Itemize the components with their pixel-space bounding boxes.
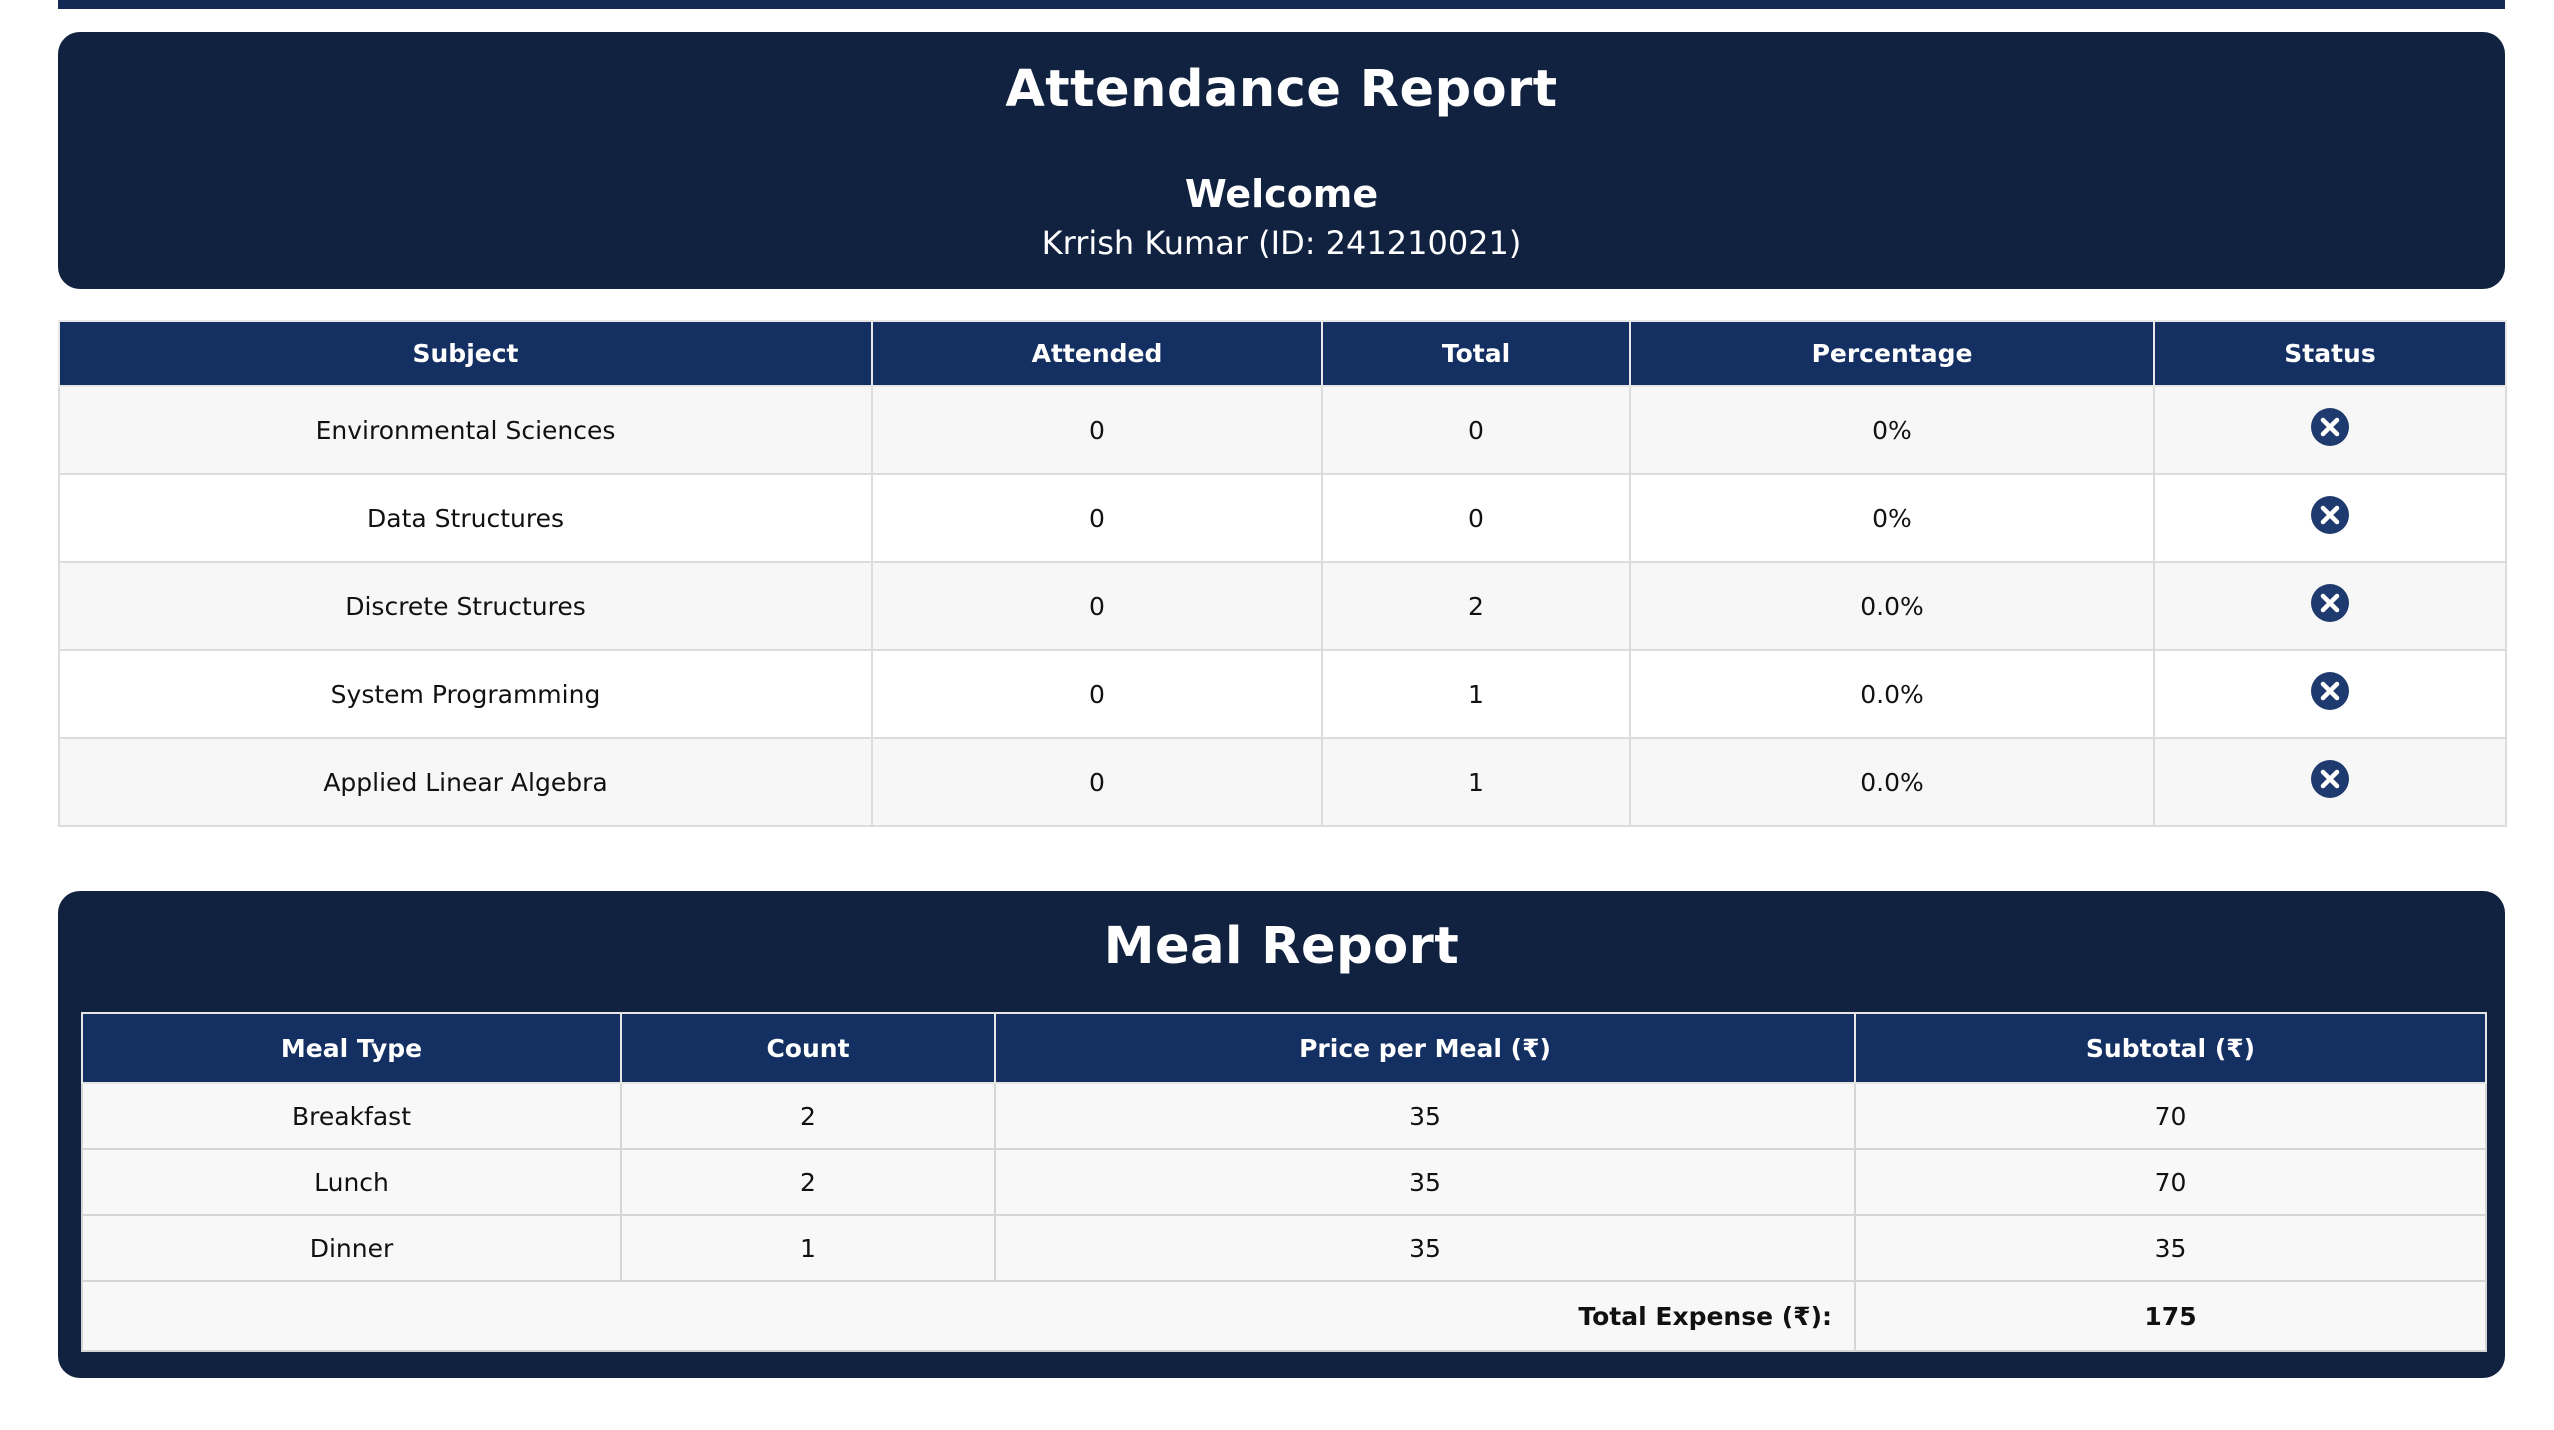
attended-cell: 0 <box>871 385 1323 475</box>
column-header-percentage: Percentage <box>1629 320 2155 387</box>
attendance-header-panel: Attendance Report Welcome Krrish Kumar (… <box>58 32 2505 289</box>
meal-type-cell: Breakfast <box>81 1082 622 1150</box>
column-header-attended: Attended <box>871 320 1323 387</box>
percentage-cell: 0% <box>1629 473 2155 563</box>
count-cell: 2 <box>620 1082 996 1150</box>
status-cell <box>2153 473 2507 563</box>
total-cell: 1 <box>1321 737 1631 827</box>
meal-table: Meal Type Count Price per Meal (₹) Subto… <box>81 1012 2487 1352</box>
top-accent-bar <box>58 0 2505 9</box>
column-header-subtotal: Subtotal (₹) <box>1854 1012 2487 1084</box>
subject-cell: Discrete Structures <box>58 561 873 651</box>
x-circle-icon <box>2311 672 2349 710</box>
attended-cell: 0 <box>871 561 1323 651</box>
count-cell: 1 <box>620 1214 996 1282</box>
percentage-cell: 0% <box>1629 385 2155 475</box>
attended-cell: 0 <box>871 737 1323 827</box>
status-cell <box>2153 649 2507 739</box>
column-header-subject: Subject <box>58 320 873 387</box>
column-header-meal-type: Meal Type <box>81 1012 622 1084</box>
attendance-header-row: Subject Attended Total Percentage Status <box>58 320 2507 387</box>
percentage-cell: 0.0% <box>1629 737 2155 827</box>
total-cell: 0 <box>1321 385 1631 475</box>
meal-type-cell: Dinner <box>81 1214 622 1282</box>
meal-header-row: Meal Type Count Price per Meal (₹) Subto… <box>81 1012 2487 1084</box>
column-header-total: Total <box>1321 320 1631 387</box>
status-cell <box>2153 561 2507 651</box>
subject-cell: Data Structures <box>58 473 873 563</box>
x-circle-icon <box>2311 584 2349 622</box>
total-expense-row: Total Expense (₹): 175 <box>81 1280 2487 1352</box>
percentage-cell: 0.0% <box>1629 561 2155 651</box>
subtotal-cell: 35 <box>1854 1214 2487 1282</box>
table-row: Environmental Sciences 0 0 0% <box>58 385 2507 475</box>
table-row: Breakfast 2 35 70 <box>81 1082 2487 1150</box>
attended-cell: 0 <box>871 649 1323 739</box>
status-cell <box>2153 737 2507 827</box>
table-row: Lunch 2 35 70 <box>81 1148 2487 1216</box>
column-header-status: Status <box>2153 320 2507 387</box>
meal-type-cell: Lunch <box>81 1148 622 1216</box>
student-info: Krrish Kumar (ID: 241210021) <box>1041 224 1522 262</box>
subtotal-cell: 70 <box>1854 1148 2487 1216</box>
total-cell: 0 <box>1321 473 1631 563</box>
total-expense-value: 175 <box>1854 1280 2487 1352</box>
total-cell: 1 <box>1321 649 1631 739</box>
table-row: Dinner 1 35 35 <box>81 1214 2487 1282</box>
meal-report-title: Meal Report <box>1103 917 1460 976</box>
welcome-heading: Welcome <box>1184 172 1379 216</box>
subject-cell: Environmental Sciences <box>58 385 873 475</box>
count-cell: 2 <box>620 1148 996 1216</box>
subject-cell: Applied Linear Algebra <box>58 737 873 827</box>
attendance-table: Subject Attended Total Percentage Status… <box>58 320 2507 827</box>
table-row: Discrete Structures 0 2 0.0% <box>58 561 2507 651</box>
subject-cell: System Programming <box>58 649 873 739</box>
price-cell: 35 <box>994 1082 1856 1150</box>
attended-cell: 0 <box>871 473 1323 563</box>
table-row: Applied Linear Algebra 0 1 0.0% <box>58 737 2507 827</box>
x-circle-icon <box>2311 760 2349 798</box>
total-expense-label: Total Expense (₹): <box>81 1280 1856 1352</box>
table-row: Data Structures 0 0 0% <box>58 473 2507 563</box>
percentage-cell: 0.0% <box>1629 649 2155 739</box>
column-header-price: Price per Meal (₹) <box>994 1012 1856 1084</box>
x-circle-icon <box>2311 408 2349 446</box>
table-row: System Programming 0 1 0.0% <box>58 649 2507 739</box>
price-cell: 35 <box>994 1214 1856 1282</box>
column-header-count: Count <box>620 1012 996 1084</box>
price-cell: 35 <box>994 1148 1856 1216</box>
x-circle-icon <box>2311 496 2349 534</box>
subtotal-cell: 70 <box>1854 1082 2487 1150</box>
status-cell <box>2153 385 2507 475</box>
attendance-title: Attendance Report <box>1005 60 1558 119</box>
total-cell: 2 <box>1321 561 1631 651</box>
